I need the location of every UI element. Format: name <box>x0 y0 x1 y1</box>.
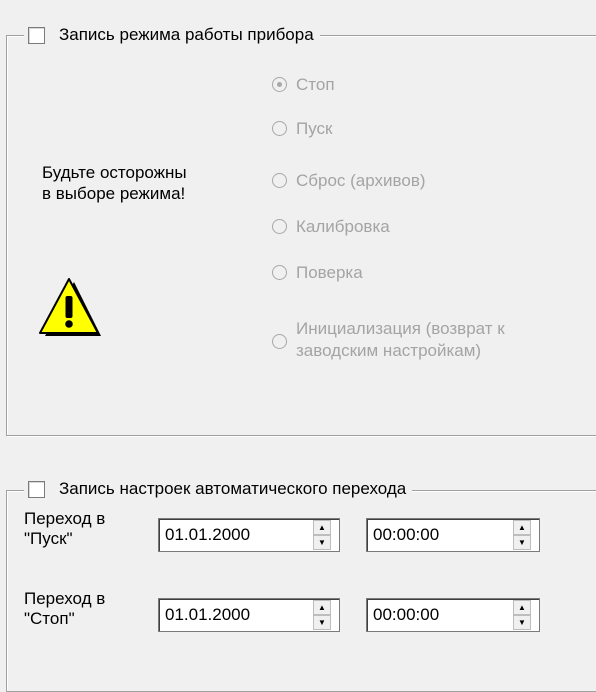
auto-group-title: Запись настроек автоматического перехода <box>59 479 407 498</box>
radio-stop[interactable]: Стоп <box>272 74 335 96</box>
spin-up-button[interactable]: ▲ <box>513 600 531 615</box>
warning-icon <box>39 278 101 336</box>
spin-down-button[interactable]: ▼ <box>313 615 331 630</box>
radio-indicator <box>272 77 287 92</box>
stop-date-value: 01.01.2000 <box>165 605 251 624</box>
spin-up-button[interactable]: ▲ <box>313 600 331 615</box>
radio-label: Стоп <box>296 75 335 94</box>
radio-label: Поверка <box>296 263 363 282</box>
radio-indicator <box>272 265 287 280</box>
radio-start[interactable]: Пуск <box>272 118 332 140</box>
mode-group-title: Запись режима работы прибора <box>59 25 314 44</box>
radio-calibration[interactable]: Калибровка <box>272 216 390 238</box>
start-date-spinner: ▲ ▼ <box>313 520 331 550</box>
stop-transition-label: Переход в "Стоп" <box>24 589 106 628</box>
start-date-value: 01.01.2000 <box>165 525 251 544</box>
radio-indicator <box>272 334 287 349</box>
spin-down-button[interactable]: ▼ <box>313 535 331 550</box>
stop-time-value: 00:00:00 <box>373 605 440 624</box>
radio-indicator <box>272 173 287 188</box>
radio-indicator <box>272 219 287 234</box>
radio-indicator <box>272 121 287 136</box>
mode-group-checkbox[interactable] <box>28 26 45 44</box>
radio-label: Калибровка <box>296 217 390 236</box>
radio-verification[interactable]: Поверка <box>272 262 363 284</box>
start-time-spinner: ▲ ▼ <box>513 520 531 550</box>
radio-label: Сброс (архивов) <box>296 171 426 190</box>
stop-date-field[interactable]: 01.01.2000 ▲ ▼ <box>158 598 340 632</box>
stop-date-spinner: ▲ ▼ <box>313 600 331 630</box>
mode-group-legend: Запись режима работы прибора <box>24 22 320 48</box>
radio-label: Пуск <box>296 119 333 138</box>
radio-label: Инициализация (возврат к заводским настр… <box>296 319 505 360</box>
start-time-value: 00:00:00 <box>373 525 440 544</box>
auto-group-legend: Запись настроек автоматического перехода <box>24 476 413 502</box>
spin-up-button[interactable]: ▲ <box>513 520 531 535</box>
start-transition-label: Переход в "Пуск" <box>24 509 106 548</box>
start-date-field[interactable]: 01.01.2000 ▲ ▼ <box>158 518 340 552</box>
stop-time-spinner: ▲ ▼ <box>513 600 531 630</box>
spin-down-button[interactable]: ▼ <box>513 615 531 630</box>
radio-initialization[interactable]: Инициализация (возврат к заводским настр… <box>272 318 505 362</box>
stop-time-field[interactable]: 00:00:00 ▲ ▼ <box>366 598 540 632</box>
radio-reset-archives[interactable]: Сброс (архивов) <box>272 170 426 192</box>
auto-group-checkbox[interactable] <box>28 480 45 498</box>
spin-down-button[interactable]: ▼ <box>513 535 531 550</box>
warning-text: Будьте осторожны в выборе режима! <box>42 163 187 203</box>
spin-up-button[interactable]: ▲ <box>313 520 331 535</box>
start-time-field[interactable]: 00:00:00 ▲ ▼ <box>366 518 540 552</box>
